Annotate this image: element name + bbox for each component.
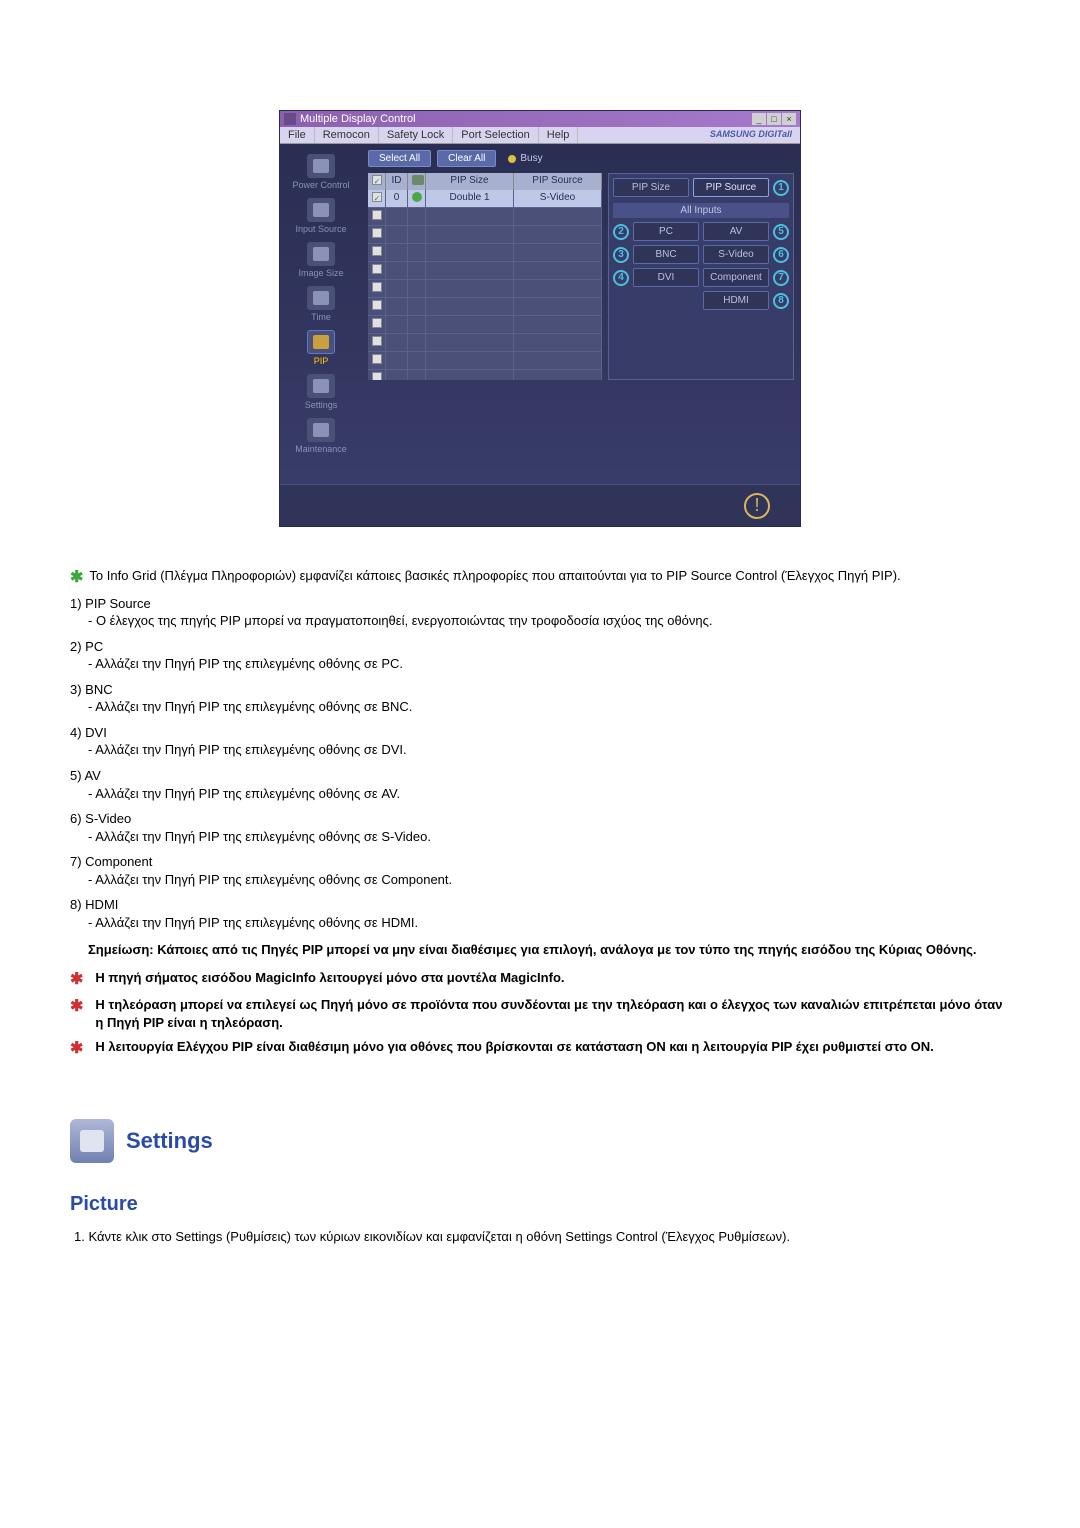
- grid-header-id: ID: [386, 173, 408, 190]
- grid-row[interactable]: 0 Double 1 S-Video: [368, 190, 602, 208]
- app-icon: [284, 113, 296, 125]
- numbered-item: 4) DVI- Αλλάζει την Πηγή PIP της επιλεγμ…: [70, 724, 1010, 759]
- menubar: File Remocon Safety Lock Port Selection …: [280, 127, 800, 144]
- numbered-item: 3) BNC- Αλλάζει την Πηγή PIP της επιλεγμ…: [70, 681, 1010, 716]
- pc-button[interactable]: PC: [633, 222, 699, 241]
- menu-port-selection[interactable]: Port Selection: [453, 127, 538, 143]
- callout-3: 3: [613, 247, 629, 263]
- grid-row[interactable]: [368, 298, 602, 316]
- grid-row[interactable]: [368, 316, 602, 334]
- grid-row[interactable]: [368, 244, 602, 262]
- grid-row[interactable]: [368, 352, 602, 370]
- callout-2: 2: [613, 224, 629, 240]
- callout-4: 4: [613, 270, 629, 286]
- numbered-item: 6) S-Video- Αλλάζει την Πηγή PIP της επι…: [70, 810, 1010, 845]
- component-button[interactable]: Component: [703, 268, 769, 287]
- callout-7: 7: [773, 270, 789, 286]
- numbered-item: 7) Component- Αλλάζει την Πηγή PIP της ε…: [70, 853, 1010, 888]
- status-bar: !: [280, 484, 800, 526]
- sidebar-item-settings[interactable]: Settings: [284, 372, 358, 412]
- note-text: Σημείωση: Κάποιες από τις Πηγές PIP μπορ…: [88, 941, 1010, 959]
- star-icon: ✱: [70, 1038, 83, 1060]
- window-title: Multiple Display Control: [300, 113, 416, 125]
- close-button[interactable]: ×: [782, 113, 796, 125]
- numbered-item: 5) AV- Αλλάζει την Πηγή PIP της επιλεγμέ…: [70, 767, 1010, 802]
- sidebar-item-maintenance[interactable]: Maintenance: [284, 416, 358, 456]
- maximize-button[interactable]: □: [767, 113, 781, 125]
- bnc-button[interactable]: BNC: [633, 245, 699, 264]
- intro-text: Το Info Grid (Πλέγμα Πληροφοριών) εμφανί…: [89, 567, 900, 589]
- hdmi-button[interactable]: HDMI: [703, 291, 769, 310]
- callout-6: 6: [773, 247, 789, 263]
- select-all-button[interactable]: Select All: [368, 150, 431, 167]
- svideo-button[interactable]: S-Video: [703, 245, 769, 264]
- side-panel: PIP Size PIP Source 1 All Inputs 2 PC AV…: [608, 173, 794, 380]
- grid-row[interactable]: [368, 370, 602, 380]
- all-inputs-header: All Inputs: [613, 203, 789, 218]
- section-title: Settings: [126, 1128, 213, 1154]
- pip-source-button[interactable]: PIP Source: [693, 178, 769, 197]
- red-note-text: Η λειτουργία Ελέγχου PIP είναι διαθέσιμη…: [95, 1038, 933, 1060]
- numbered-item: 8) HDMI- Αλλάζει την Πηγή PIP της επιλεγ…: [70, 896, 1010, 931]
- busy-dot-icon: [508, 155, 516, 163]
- star-icon: ✱: [70, 996, 83, 1031]
- sidebar-item-input[interactable]: Input Source: [284, 196, 358, 236]
- menu-file[interactable]: File: [280, 127, 315, 143]
- red-note-text: Η πηγή σήματος εισόδου MagicInfo λειτουρ…: [95, 969, 564, 991]
- dvi-button[interactable]: DVI: [633, 268, 699, 287]
- info-icon: !: [744, 493, 770, 519]
- grid-row[interactable]: [368, 280, 602, 298]
- ordered-item: 1. Κάντε κλικ στο Settings (Ρυθμίσεις) τ…: [74, 1228, 1010, 1246]
- status-dot-icon: [412, 192, 422, 202]
- menu-help[interactable]: Help: [539, 127, 579, 143]
- row-checkbox[interactable]: [372, 192, 382, 202]
- titlebar: Multiple Display Control _ □ ×: [280, 111, 800, 127]
- av-button[interactable]: AV: [703, 222, 769, 241]
- grid-row[interactable]: [368, 226, 602, 244]
- grid-row[interactable]: [368, 208, 602, 226]
- info-grid: ID PIP Size PIP Source 0 Double 1: [368, 173, 602, 380]
- menu-safety-lock[interactable]: Safety Lock: [379, 127, 453, 143]
- sidebar-item-time[interactable]: Time: [284, 284, 358, 324]
- sub-title: Picture: [70, 1193, 1010, 1216]
- callout-1: 1: [773, 180, 789, 196]
- grid-row[interactable]: [368, 334, 602, 352]
- pip-size-button[interactable]: PIP Size: [613, 178, 689, 197]
- menu-remocon[interactable]: Remocon: [315, 127, 379, 143]
- sidebar-item-power[interactable]: Power Control: [284, 152, 358, 192]
- sidebar-item-pip[interactable]: PIP: [284, 328, 358, 368]
- brand-label: SAMSUNG DIGITall: [702, 127, 800, 143]
- numbered-item: 1) PIP Source- Ο έλεγχος της πηγής PIP μ…: [70, 595, 1010, 630]
- sidebar-item-image-size[interactable]: Image Size: [284, 240, 358, 280]
- busy-indicator: Busy: [508, 153, 542, 164]
- settings-section-icon: [70, 1119, 114, 1163]
- app-window: Multiple Display Control _ □ × File Remo…: [279, 110, 801, 527]
- clear-all-button[interactable]: Clear All: [437, 150, 496, 167]
- grid-header-source: PIP Source: [514, 173, 602, 190]
- star-icon: ✱: [70, 969, 83, 991]
- grid-header-size: PIP Size: [426, 173, 514, 190]
- grid-header-status: [408, 173, 426, 190]
- minimize-button[interactable]: _: [752, 113, 766, 125]
- red-note-text: Η τηλεόραση μπορεί να επιλεγεί ως Πηγή μ…: [95, 996, 1010, 1031]
- callout-5: 5: [773, 224, 789, 240]
- grid-row[interactable]: [368, 262, 602, 280]
- star-icon: ✱: [70, 567, 83, 589]
- grid-header-check[interactable]: [368, 173, 386, 190]
- callout-8: 8: [773, 293, 789, 309]
- sidebar: Power Control Input Source Image Size Ti…: [280, 144, 362, 484]
- numbered-item: 2) PC- Αλλάζει την Πηγή PIP της επιλεγμέ…: [70, 638, 1010, 673]
